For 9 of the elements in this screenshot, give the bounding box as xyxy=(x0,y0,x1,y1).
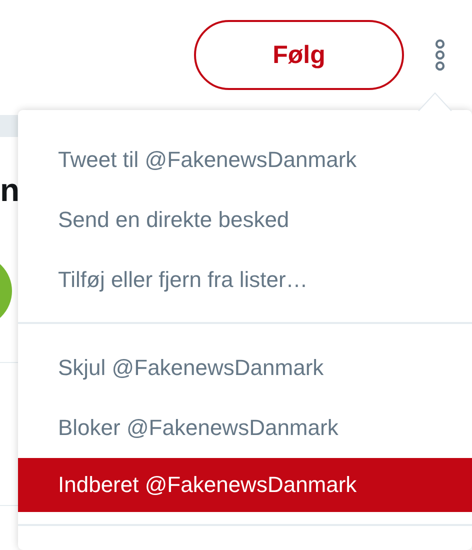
follow-button[interactable]: Følg xyxy=(194,20,404,90)
menu-item[interactable]: Tweet til @FakenewsDanmark xyxy=(18,130,472,190)
menu-item[interactable]: Tilføj eller fjern fra lister… xyxy=(18,250,472,310)
menu-item[interactable]: Send en direkte besked xyxy=(18,190,472,250)
menu-item[interactable]: Indberet @FakenewsDanmark xyxy=(18,458,472,512)
heading-text: n xyxy=(0,172,20,209)
menu-item[interactable]: Skjul @FakenewsDanmark xyxy=(18,338,472,398)
menu-item[interactable]: Bloker @FakenewsDanmark xyxy=(18,398,472,458)
more-options-icon[interactable] xyxy=(434,39,446,71)
